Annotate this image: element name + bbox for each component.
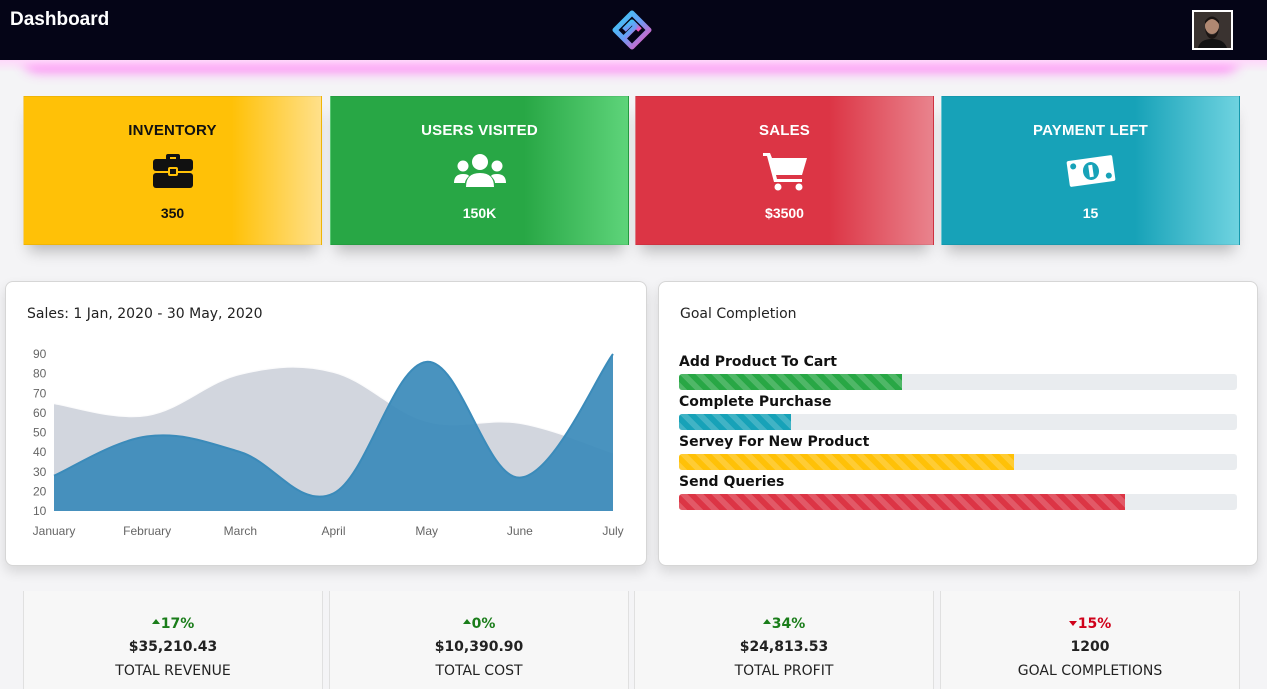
stat-delta: 0%: [330, 616, 628, 632]
caret-up-icon: [462, 619, 471, 624]
y-tick-label: 30: [33, 465, 47, 479]
goal-label: Servey For New Product: [679, 434, 870, 450]
stat-label: GOAL COMPLETIONS: [1017, 663, 1163, 679]
stat-delta: 15%: [941, 616, 1239, 632]
kpi-card-sales[interactable]: SALES $3500: [635, 96, 934, 245]
stat-amount: $10,390.90: [434, 639, 524, 655]
stat-amount: $35,210.43: [128, 639, 218, 655]
goal-progress-bar: [679, 374, 903, 390]
kpi-card-payment-left[interactable]: PAYMENT LEFT 15: [941, 96, 1240, 245]
caret-up-icon: [151, 619, 160, 624]
page-title: Dashboard: [10, 9, 110, 30]
y-tick-label: 20: [33, 484, 47, 498]
y-tick-label: 50: [33, 426, 47, 440]
brand-logo-icon[interactable]: [611, 10, 653, 50]
goal-label: Complete Purchase: [679, 394, 832, 410]
kpi-value: 350: [160, 205, 185, 221]
x-tick-label: April: [321, 524, 345, 538]
x-tick-label: January: [33, 524, 76, 538]
goal-progress-track: [679, 374, 1237, 390]
goal-item: Servey For New Product: [679, 434, 1237, 470]
kpi-title: PAYMENT LEFT: [1033, 122, 1148, 139]
stat-delta-value: 0%: [471, 616, 496, 632]
x-tick-label: March: [224, 524, 257, 538]
kpi-card-inventory[interactable]: INVENTORY 350: [23, 96, 322, 245]
stat-delta-value: 17%: [160, 616, 195, 632]
kpi-title: INVENTORY: [128, 122, 217, 139]
money-bill-icon: [942, 151, 1239, 191]
x-tick-label: June: [507, 524, 533, 538]
goal-item: Add Product To Cart: [679, 354, 1237, 390]
y-tick-label: 70: [33, 386, 47, 400]
stat-total-revenue: 17% $35,210.43 TOTAL REVENUE: [23, 591, 323, 689]
cart-icon: [636, 151, 933, 191]
goal-item: Send Queries: [679, 474, 1237, 510]
goal-progress-bar: [679, 414, 791, 430]
y-tick-label: 10: [33, 504, 47, 518]
kpi-value: 15: [1082, 205, 1099, 221]
goal-item: Complete Purchase: [679, 394, 1237, 430]
stat-delta: 17%: [24, 616, 322, 632]
stat-label: TOTAL COST: [435, 663, 523, 679]
stat-amount: 1200: [1070, 639, 1110, 655]
header-glow-fade: [0, 60, 1267, 72]
stat-label: TOTAL PROFIT: [734, 663, 834, 679]
y-tick-label: 90: [33, 347, 47, 361]
stat-delta-value: 15%: [1077, 616, 1112, 632]
kpi-card-users-visited[interactable]: USERS VISITED 150K: [330, 96, 629, 245]
x-tick-label: July: [602, 524, 623, 538]
goal-progress-bar: [679, 454, 1014, 470]
stat-delta-value: 34%: [771, 616, 806, 632]
goal-progress-bar: [679, 494, 1126, 510]
sales-area-chart: 10 20 30 40 50 60 70 80 90 January February March Ap…: [33, 347, 624, 538]
stat-label: TOTAL REVENUE: [115, 663, 231, 679]
goal-progress-track: [679, 454, 1237, 470]
kpi-value: $3500: [765, 205, 804, 221]
top-navbar: Dashboard: [0, 0, 1267, 60]
kpi-title: SALES: [758, 122, 810, 139]
y-tick-label: 80: [33, 367, 47, 381]
user-avatar-icon[interactable]: [1192, 10, 1233, 50]
goal-completion-panel: Goal Completion Add Product To Cart Comp…: [658, 281, 1258, 566]
stat-total-cost: 0% $10,390.90 TOTAL COST: [329, 591, 629, 689]
kpi-title: USERS VISITED: [421, 122, 538, 139]
y-tick-label: 40: [33, 445, 47, 459]
briefcase-icon: [24, 151, 321, 191]
kpi-value: 150K: [462, 205, 497, 221]
stat-goal-completions: 15% 1200 GOAL COMPLETIONS: [940, 591, 1240, 689]
y-tick-label: 60: [33, 406, 47, 420]
stat-amount: $24,813.53: [739, 639, 829, 655]
caret-up-icon: [762, 619, 771, 624]
caret-down-icon: [1068, 621, 1077, 626]
sales-chart-panel: Sales: 1 Jan, 2020 - 30 May, 2020 10 20 30…: [5, 281, 647, 566]
x-tick-label: May: [415, 524, 438, 538]
stat-delta: 34%: [635, 616, 933, 632]
goal-progress-track: [679, 414, 1237, 430]
goal-progress-track: [679, 494, 1237, 510]
goal-label: Add Product To Cart: [679, 354, 837, 370]
stat-total-profit: 34% $24,813.53 TOTAL PROFIT: [634, 591, 934, 689]
goal-completion-title: Goal Completion: [680, 306, 797, 322]
x-tick-label: February: [123, 524, 171, 538]
goal-label: Send Queries: [679, 474, 785, 490]
users-icon: [331, 151, 628, 191]
